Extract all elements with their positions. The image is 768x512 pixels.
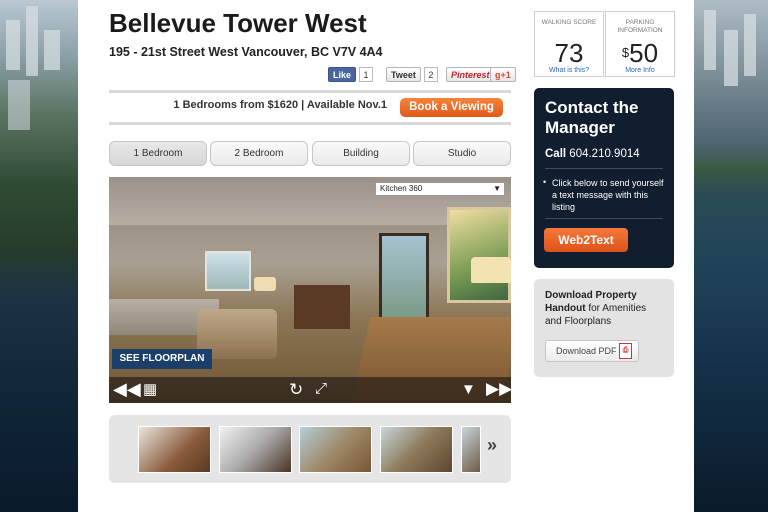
page-title: Bellevue Tower West [109, 8, 367, 38]
cabinet [294, 285, 350, 329]
parking-box: PARKING INFORMATION $50 More Info [605, 11, 675, 77]
thumbnail[interactable] [219, 426, 292, 473]
thumbnail[interactable] [138, 426, 211, 473]
thumbnail[interactable] [461, 426, 481, 473]
grid-icon[interactable]: ▦ [143, 380, 157, 400]
parking-more-info-link[interactable]: More Info [606, 67, 674, 74]
thumbnail-strip: » [109, 415, 511, 483]
twitter-tweet[interactable]: Tweet 2 [386, 67, 438, 82]
parking-label: PARKING INFORMATION [617, 19, 663, 34]
tweet-button[interactable]: Tweet [386, 67, 421, 82]
facebook-like-count: 1 [359, 67, 374, 82]
pdf-icon: ⎙ [619, 343, 632, 359]
tab-building[interactable]: Building [312, 141, 410, 166]
divider [545, 218, 663, 219]
contact-heading: Contact the Manager [545, 98, 639, 137]
room-window [205, 251, 251, 291]
availability-text: 1 Bedrooms from $1620 | Available Nov.1 [173, 99, 387, 111]
tab-2-bedroom[interactable]: 2 Bedroom [210, 141, 308, 166]
see-floorplan-button[interactable]: SEE FLOORPLAN [112, 349, 212, 369]
divider [109, 90, 511, 93]
download-pdf-button[interactable]: Download PDF ⎙ [545, 340, 639, 362]
lamp-shade [254, 277, 276, 291]
text-message-info: Click below to send yourself a text mess… [552, 178, 664, 212]
thumbnail[interactable] [299, 426, 372, 473]
view-select-value: Kitchen 360 [380, 184, 423, 193]
phone-number: 604.210.9014 [569, 148, 640, 160]
rotate-icon[interactable]: ↻ [289, 380, 303, 400]
divider [545, 168, 663, 169]
walking-score-link[interactable]: What is this? [535, 67, 603, 74]
fullscreen-icon[interactable]: ⤢ [315, 379, 327, 399]
listing-panel: Bellevue Tower West 195 - 21st Street We… [78, 0, 694, 512]
google-plus-button[interactable]: g+1 [490, 67, 516, 82]
menu-down-icon[interactable]: ▼ [461, 380, 476, 400]
parking-price: $50 [606, 39, 674, 67]
google-plus[interactable]: g+1 [490, 67, 516, 82]
facebook-like[interactable]: Like 1 [328, 67, 374, 82]
tab-1-bedroom[interactable]: 1 Bedroom [109, 141, 207, 166]
facebook-like-button[interactable]: Like [328, 67, 357, 82]
parking-value: 50 [629, 38, 659, 68]
walking-score-box: WALKING SCORE 73 What is this? [534, 11, 604, 77]
chevron-down-icon: ▼ [493, 184, 501, 193]
call-label: Call [545, 148, 567, 160]
walking-score-value: 73 [554, 38, 584, 68]
walking-score-label: WALKING SCORE [541, 19, 597, 26]
rewind-icon[interactable]: ◀◀ [113, 379, 141, 399]
download-pdf-label: Download PDF [556, 346, 617, 356]
web2text-button[interactable]: Web2Text [544, 228, 628, 252]
download-heading: Download Property Handout for Amenities … [545, 289, 665, 328]
background-left-city [0, 0, 78, 512]
pinterest[interactable]: Pinterest [446, 67, 495, 82]
virtual-tour-viewer[interactable]: Kitchen 360 ▼ SEE FLOORPLAN ◀◀ ▦ ↻ ⤢ ▼ ▶… [109, 177, 511, 403]
book-viewing-button[interactable]: Book a Viewing [400, 98, 503, 117]
view-select[interactable]: Kitchen 360 ▼ [375, 182, 505, 196]
fast-forward-icon[interactable]: ▶▶ [486, 379, 511, 399]
next-thumbnails-icon[interactable]: » [487, 435, 497, 456]
pinterest-button[interactable]: Pinterest [446, 67, 495, 82]
contact-phone[interactable]: Call 604.210.9014 [545, 148, 640, 160]
download-handout-panel: Download Property Handout for Amenities … [534, 279, 674, 377]
thumbnail[interactable] [380, 426, 453, 473]
viewer-controls: ◀◀ ▦ ↻ ⤢ ▼ ▶▶ [109, 377, 511, 403]
lamp-shade [471, 257, 511, 283]
bullet-icon: • [543, 177, 547, 187]
listing-address: 195 - 21st Street West Vancouver, BC V7V… [109, 45, 383, 59]
wall-painting [447, 207, 511, 303]
tweet-count: 2 [423, 67, 438, 82]
contact-manager-panel: Contact the Manager Call 604.210.9014 • … [534, 88, 674, 268]
tab-studio[interactable]: Studio [413, 141, 511, 166]
divider [109, 122, 511, 125]
background-right-city [694, 0, 768, 512]
